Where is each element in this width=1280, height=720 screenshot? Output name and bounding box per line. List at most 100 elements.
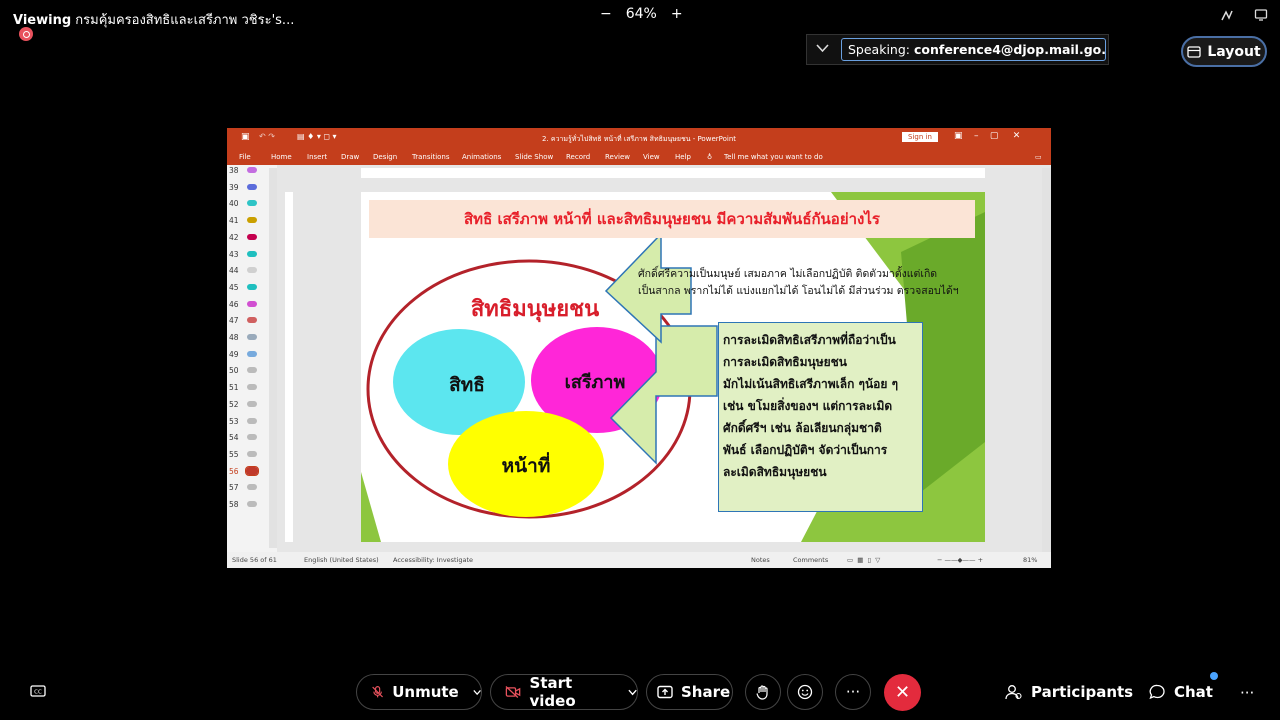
tab-record[interactable]: Record	[566, 153, 590, 161]
tab-draw[interactable]: Draw	[341, 153, 359, 161]
thumbnail-preview	[247, 200, 257, 207]
circle-freedom-label: เสรีภาพ	[565, 372, 626, 393]
thumbnail-number: 50	[229, 366, 239, 376]
tab-file[interactable]: File	[239, 153, 251, 161]
green-corner-shape	[361, 472, 381, 542]
thumbnail-preview	[247, 250, 257, 257]
thumbnail-number: 54	[229, 433, 239, 443]
vertical-ruler	[285, 192, 293, 542]
thumbnail-preview	[245, 465, 259, 476]
view-buttons[interactable]: ▭ ▦ ▯ ▽	[847, 556, 880, 564]
viewing-label: Viewing	[13, 13, 72, 28]
thumbnail-preview	[247, 350, 257, 357]
thumbnail-preview	[247, 283, 257, 290]
raise-hand-button[interactable]	[745, 674, 781, 710]
participants-button[interactable]: Participants	[1005, 683, 1133, 701]
right-text-line-1: ศักดิ์ศรีความเป็นมนุษย์ เสมอภาค ไม่เลือก…	[638, 268, 938, 280]
thumbnail-number: 53	[229, 416, 239, 426]
thumbnail-preview	[247, 417, 257, 424]
participants-icon	[1005, 685, 1022, 700]
overflow-menu-button[interactable]: ···	[1240, 684, 1254, 702]
chevron-down-icon[interactable]	[473, 689, 481, 696]
remote-control-icon[interactable]	[1254, 8, 1268, 22]
thumbnail-number: 40	[229, 199, 239, 209]
chevron-down-icon[interactable]	[628, 689, 637, 696]
thumbnail-preview	[247, 450, 257, 457]
start-video-label: Start video	[529, 674, 576, 710]
thumbnail-number: 39	[229, 182, 239, 192]
tab-view[interactable]: View	[643, 153, 660, 161]
window-controls: ▣ – ▢ ✕	[954, 131, 1021, 141]
active-speaker-field: Speaking: conference4@djop.mail.go.th (.…	[841, 38, 1106, 61]
speaking-value: conference4@djop.mail.go.th (...	[913, 42, 1106, 57]
more-options-button[interactable]: ···	[835, 674, 871, 710]
tell-me-field[interactable]: Tell me what you want to do	[724, 153, 823, 161]
annotate-icon[interactable]	[1220, 8, 1234, 22]
thumbnail-number: 47	[229, 316, 239, 326]
chat-icon	[1149, 684, 1165, 700]
tab-review[interactable]: Review	[605, 153, 630, 161]
right-arrow-text: ศักดิ์ศรีความเป็นมนุษย์ เสมอภาค ไม่เลือก…	[628, 258, 975, 316]
chat-button[interactable]: Chat	[1149, 683, 1213, 701]
tab-slide-show[interactable]: Slide Show	[515, 153, 553, 161]
status-accessibility[interactable]: Accessibility: Investigate	[393, 556, 473, 564]
tab-home[interactable]: Home	[271, 153, 292, 161]
box-line: ศักดิ์ศรีฯ เช่น ล้อเลียนกลุ่มชาติ	[723, 421, 882, 435]
zoom-in-button[interactable]: +	[671, 6, 683, 22]
horizontal-ruler	[361, 168, 985, 178]
thumbnail-number: 46	[229, 299, 239, 309]
status-comments[interactable]: Comments	[793, 556, 828, 564]
tab-design[interactable]: Design	[373, 153, 397, 161]
thumbnail-number: 56	[229, 466, 239, 476]
thumbnail-number: 43	[229, 249, 239, 259]
thumbnail-number: 48	[229, 333, 239, 342]
slide-banner-text: สิทธิ เสรีภาพ หน้าที่ และสิทธิมนุษยชน มี…	[464, 210, 880, 228]
captions-icon[interactable]: CC	[30, 685, 46, 697]
layout-button[interactable]: Layout	[1181, 36, 1267, 67]
slide-scrollbar[interactable]	[1042, 168, 1051, 552]
status-notes[interactable]: Notes	[751, 556, 770, 564]
zoom-slider[interactable]: − ——◆—— +	[937, 556, 983, 564]
thumbnail-scrollbar[interactable]	[269, 168, 277, 548]
svg-text:CC: CC	[34, 690, 42, 696]
tab-transitions[interactable]: Transitions	[412, 153, 450, 161]
thumbnail-number: 49	[229, 349, 239, 359]
unmute-button[interactable]: Unmute	[356, 674, 482, 710]
top-right-icons	[1220, 8, 1268, 22]
zoom-level: 64%	[625, 6, 657, 22]
zoom-control: − 64% +	[600, 6, 683, 22]
meeting-top-bar: Viewing กรมคุ้มครองสิทธิและเสรีภาพ วชิระ…	[0, 0, 1280, 41]
box-line: เช่น ขโมยสิ่งของฯ แต่การละเมิด	[723, 399, 893, 413]
thumbnail-number: 38	[229, 166, 239, 175]
ppt-ribbon: File Home Insert Draw Design Transitions…	[227, 148, 1051, 165]
slide-banner: สิทธิ เสรีภาพ หน้าที่ และสิทธิมนุษยชน มี…	[369, 200, 975, 238]
chat-label: Chat	[1174, 683, 1213, 701]
thumbnail-preview	[247, 334, 257, 340]
emoji-icon	[797, 684, 813, 700]
chevron-down-icon[interactable]	[816, 44, 829, 53]
comment-icon[interactable]: ▭	[1035, 153, 1042, 161]
thumbnail-preview	[247, 217, 257, 224]
thumbnail-number: 42	[229, 232, 239, 242]
share-button[interactable]: Share	[646, 674, 733, 710]
leave-meeting-button[interactable]: ✕	[884, 674, 921, 711]
status-language[interactable]: English (United States)	[304, 556, 379, 564]
ppt-title-bar: ▣ ↶ ↷ ▤ ♦ ▾ ◻ ▾ 2. ความรู้ทั่วไปสิทธิ หน…	[227, 128, 1051, 148]
tab-animations[interactable]: Animations	[462, 153, 501, 161]
layout-label: Layout	[1207, 43, 1261, 60]
mic-off-icon	[372, 686, 383, 698]
box-line: การละเมิดสิทธิเสรีภาพที่ถือว่าเป็น	[723, 333, 896, 347]
tab-insert[interactable]: Insert	[307, 153, 327, 161]
sign-in-button[interactable]: Sign in	[902, 132, 938, 142]
zoom-out-button[interactable]: −	[600, 6, 612, 22]
big-title-text: สิทธิมนุษยชน	[471, 297, 599, 323]
tab-help[interactable]: Help	[675, 153, 691, 161]
reactions-button[interactable]	[787, 674, 823, 710]
thumbnail-number: 58	[229, 500, 239, 509]
participants-label: Participants	[1031, 683, 1134, 701]
speaking-label: Speaking:	[848, 42, 910, 57]
raise-hand-icon	[756, 685, 768, 700]
thumbnail-preview	[247, 233, 257, 240]
start-video-button[interactable]: Start video	[490, 674, 638, 710]
thumbnail-preview	[247, 300, 257, 307]
